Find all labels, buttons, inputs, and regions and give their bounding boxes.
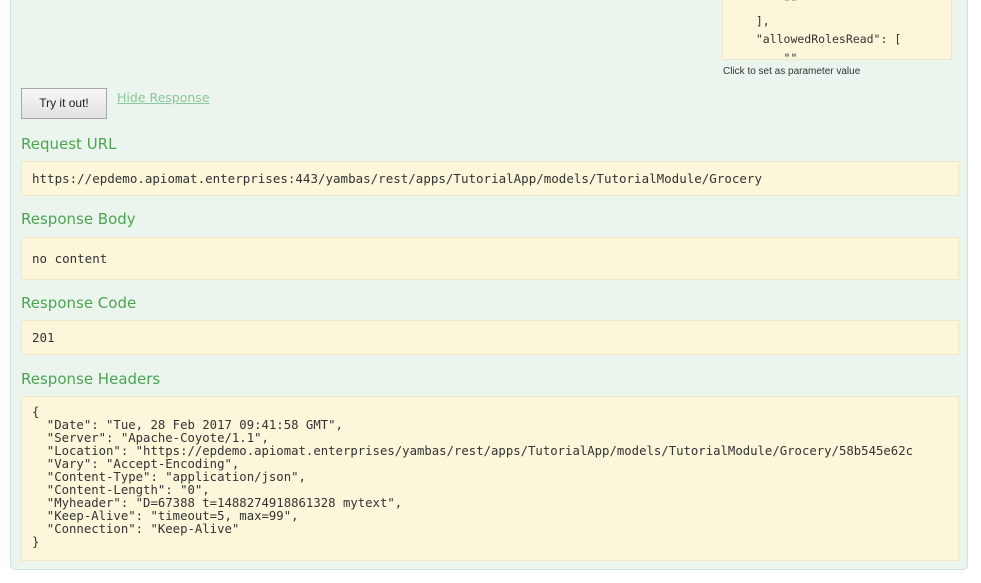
response-body-title: Response Body [21,210,136,228]
try-it-out-button[interactable]: Try it out! [21,88,107,119]
response-body-value: no content [21,237,959,280]
request-url-value: https://epdemo.apiomat.enterprises:443/y… [21,161,959,196]
response-headers-title: Response Headers [21,370,161,388]
response-headers-block: { "Date": "Tue, 28 Feb 2017 09:41:58 GMT… [21,396,959,561]
request-url-title: Request URL [21,135,117,153]
response-code-title: Response Code [21,294,137,312]
response-code-value: 201 [21,320,959,355]
response-headers-value: { "Date": "Tue, 28 Feb 2017 09:41:58 GMT… [32,405,913,549]
schema-line: "" [742,0,798,9]
schema-line: "allowedRolesRead": [ [742,32,902,46]
model-schema-preview[interactable]: "" ], "allowedRolesRead": [ "" [722,0,952,60]
schema-line: ], [742,13,770,28]
hide-response-link[interactable]: Hide Response [117,90,210,105]
parameter-hint: Click to set as parameter value [723,66,861,77]
schema-line: "" [742,50,798,60]
